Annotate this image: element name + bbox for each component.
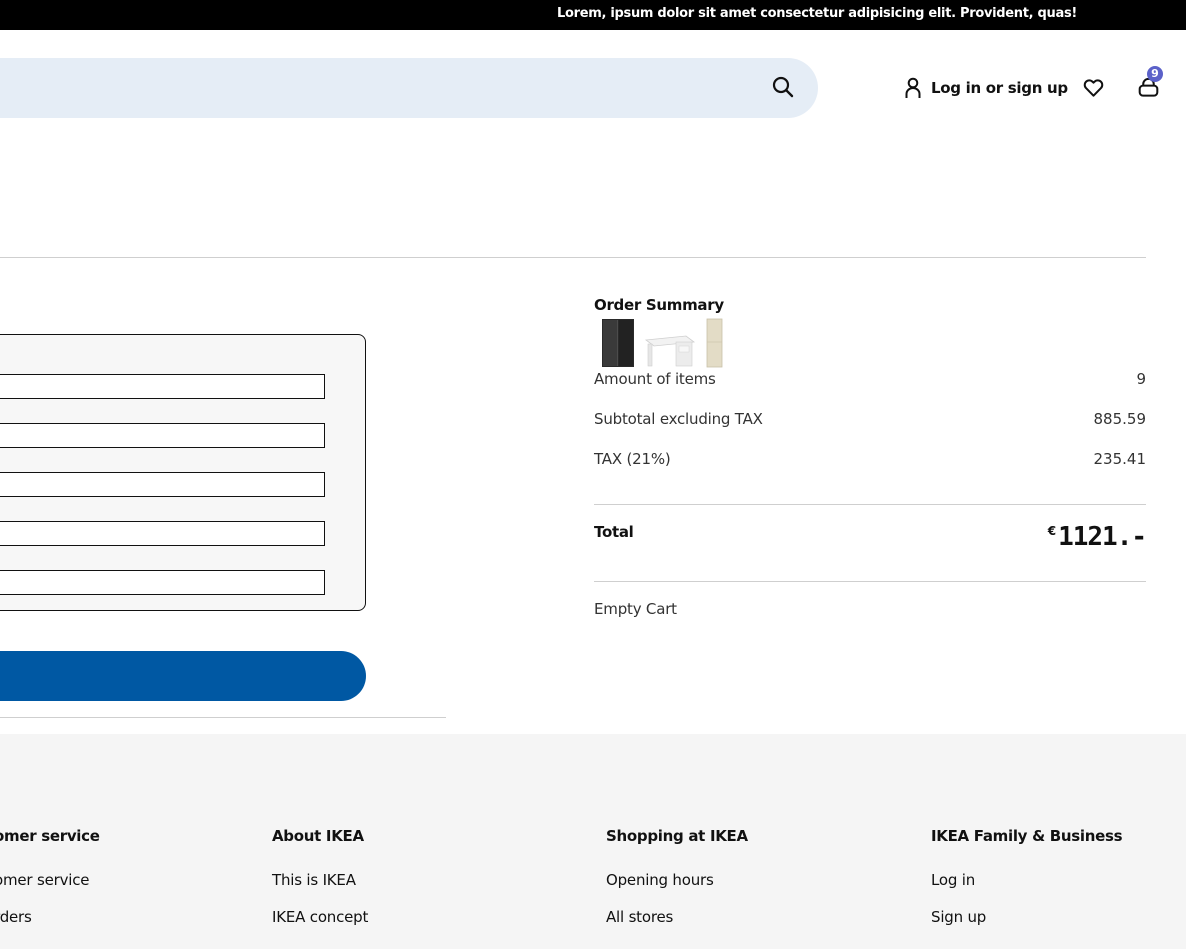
form-field-4[interactable] bbox=[0, 521, 325, 546]
footer-column-family-business: IKEA Family & Business bbox=[931, 827, 1123, 845]
row-value: 885.59 bbox=[1093, 410, 1147, 428]
footer-heading: omer service bbox=[0, 827, 100, 845]
divider bbox=[0, 257, 1146, 258]
footer-heading: Shopping at IKEA bbox=[606, 827, 748, 845]
row-value: 235.41 bbox=[1093, 450, 1147, 468]
row-label: Amount of items bbox=[594, 370, 716, 388]
cart-count-badge: 9 bbox=[1147, 66, 1163, 82]
login-label: Log in or sign up bbox=[931, 79, 1068, 97]
form-field-2[interactable] bbox=[0, 423, 325, 448]
login-link[interactable]: Log in or sign up bbox=[904, 76, 1068, 100]
search-icon[interactable] bbox=[771, 75, 795, 99]
footer-link[interactable]: IKEA concept bbox=[272, 908, 368, 926]
desk-thumbnail bbox=[644, 335, 696, 367]
footer-link[interactable]: Sign up bbox=[931, 908, 986, 926]
form-field-3[interactable] bbox=[0, 472, 325, 497]
total-price: € 1121.- bbox=[1047, 522, 1147, 552]
footer-column-customer-service: omer service bbox=[0, 827, 100, 845]
form-field-5[interactable] bbox=[0, 570, 325, 595]
wardrobe-thumbnail bbox=[602, 319, 634, 367]
announcement-text: Lorem, ipsum dolor sit amet consectetur … bbox=[557, 6, 1078, 21]
order-summary-title: Order Summary bbox=[594, 296, 724, 314]
divider bbox=[594, 504, 1146, 505]
footer-column-about: About IKEA bbox=[272, 827, 364, 845]
announcement-bar: Lorem, ipsum dolor sit amet consectetur … bbox=[0, 0, 1186, 30]
footer-column-shopping: Shopping at IKEA bbox=[606, 827, 748, 845]
footer-link[interactable]: Opening hours bbox=[606, 871, 714, 889]
search-input[interactable] bbox=[0, 58, 818, 118]
user-icon bbox=[905, 77, 921, 98]
row-value: 9 bbox=[1136, 370, 1146, 388]
order-thumbnails bbox=[600, 318, 724, 368]
footer-link[interactable]: omer service bbox=[0, 871, 89, 889]
total-amount: 1121.- bbox=[1058, 522, 1147, 552]
footer-link[interactable]: rders bbox=[0, 908, 32, 926]
divider bbox=[0, 717, 446, 718]
form-field-1[interactable] bbox=[0, 374, 325, 399]
heart-icon[interactable] bbox=[1082, 76, 1105, 99]
submit-order-button[interactable] bbox=[0, 651, 366, 701]
row-label: Subtotal excluding TAX bbox=[594, 410, 763, 428]
row-label: TAX (21%) bbox=[594, 450, 671, 468]
divider bbox=[594, 581, 1146, 582]
footer-link[interactable]: All stores bbox=[606, 908, 673, 926]
footer-link[interactable]: Log in bbox=[931, 871, 975, 889]
footer-heading: About IKEA bbox=[272, 827, 364, 845]
cabinet-thumbnail bbox=[706, 318, 723, 368]
total-label: Total bbox=[594, 523, 634, 541]
currency-symbol: € bbox=[1047, 524, 1057, 538]
empty-cart-button[interactable]: Empty Cart bbox=[594, 600, 677, 618]
footer-link[interactable]: This is IKEA bbox=[272, 871, 356, 889]
footer-heading: IKEA Family & Business bbox=[931, 827, 1123, 845]
